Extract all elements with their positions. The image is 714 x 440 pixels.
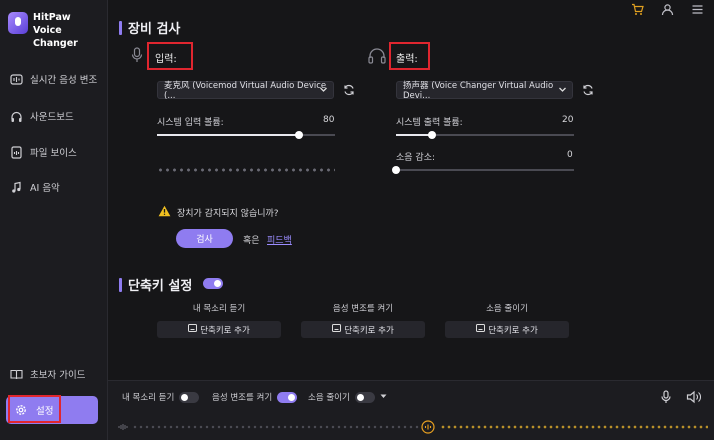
section-accent-bar bbox=[119, 20, 122, 35]
add-hotkey-button-noise-reduce[interactable]: 단축키로 추가 bbox=[445, 321, 569, 338]
device-check-section-title: 장비 검사 bbox=[119, 18, 180, 37]
app-name-line1: HitPaw bbox=[33, 12, 71, 23]
sidebar-item-realtime[interactable]: 실시간 음성 변조 bbox=[10, 68, 97, 90]
hotkey-title: 단축키 설정 bbox=[128, 279, 193, 294]
input-waveform bbox=[132, 423, 422, 431]
warning-text: 장치가 감지되지 않습니까? bbox=[177, 209, 279, 219]
refresh-output-icon[interactable] bbox=[582, 84, 594, 99]
noise-reduce-toggle[interactable] bbox=[354, 391, 375, 403]
section-accent-bar bbox=[119, 277, 122, 292]
app-name: HitPaw Voice Changer bbox=[33, 11, 107, 50]
speaker-icon[interactable] bbox=[686, 390, 701, 407]
refresh-input-icon[interactable] bbox=[343, 84, 355, 99]
keyboard-icon bbox=[476, 324, 486, 335]
chevron-down-icon bbox=[319, 85, 328, 97]
voice-change-control: 음성 변조를 켜기 bbox=[212, 391, 298, 403]
hotkey-label-voice-change: 음성 변조를 켜기 bbox=[332, 304, 394, 314]
hotkey-toggle[interactable] bbox=[203, 278, 223, 289]
sidebar-item-label: 초보자 가이드 bbox=[30, 370, 86, 381]
warning-icon bbox=[158, 205, 171, 220]
noise-reduction-value: 0 bbox=[567, 150, 573, 160]
bottom-bar: 내 목소리 듣기 음성 변조를 켜기 소음 줄이기 bbox=[108, 380, 714, 440]
sidebar-item-label: 사운드보드 bbox=[30, 112, 74, 123]
keyboard-icon bbox=[332, 324, 342, 335]
sidebar-item-soundboard[interactable]: 사운드보드 bbox=[10, 105, 74, 127]
keyboard-icon bbox=[188, 324, 198, 335]
output-volume-slider[interactable] bbox=[396, 131, 574, 139]
add-hotkey-label: 단축키로 추가 bbox=[200, 325, 250, 336]
input-volume-label: 시스템 입력 볼륨: bbox=[157, 118, 224, 128]
check-button[interactable]: 검사 bbox=[176, 229, 233, 248]
input-device-select[interactable]: 麦克风 (Voicemod Virtual Audio Device (... bbox=[157, 81, 334, 101]
output-volume-label: 시스템 출력 볼륨: bbox=[396, 118, 463, 128]
sidebar: HitPaw Voice Changer 실시간 음성 변조 사운드보드 파일 … bbox=[0, 0, 108, 440]
sidebar-item-label: 실시간 음성 변조 bbox=[30, 75, 98, 86]
output-device-value: 扬声器 (Voice Changer Virtual Audio Devi... bbox=[403, 81, 554, 101]
add-hotkey-button-hear-myself[interactable]: 단축키로 추가 bbox=[157, 321, 281, 338]
add-hotkey-button-voice-change[interactable]: 단축키로 추가 bbox=[301, 321, 425, 338]
input-level-meter bbox=[157, 168, 335, 172]
app-name-line2: Voice Changer bbox=[33, 25, 78, 49]
cart-icon[interactable] bbox=[630, 2, 644, 16]
input-volume-fill bbox=[157, 134, 300, 136]
highlight-box-output bbox=[389, 42, 430, 70]
realtime-voice-icon bbox=[10, 73, 23, 86]
microphone-icon[interactable] bbox=[661, 390, 671, 407]
sidebar-item-file-voice[interactable]: 파일 보이스 bbox=[10, 141, 77, 163]
file-voice-icon bbox=[10, 145, 23, 159]
sidebar-item-guide[interactable]: 초보자 가이드 bbox=[10, 363, 85, 385]
feedback-link[interactable]: 피드백 bbox=[267, 233, 292, 246]
output-device-select[interactable]: 扬声器 (Voice Changer Virtual Audio Devi... bbox=[396, 81, 573, 101]
device-check-title: 장비 검사 bbox=[128, 22, 181, 37]
sidebar-item-label: 파일 보이스 bbox=[30, 148, 77, 159]
noise-reduction-knob[interactable] bbox=[392, 166, 400, 174]
output-volume-value: 20 bbox=[562, 115, 574, 125]
noise-reduce-label: 소음 줄이기 bbox=[308, 393, 350, 403]
output-waveform bbox=[440, 423, 708, 431]
hotkey-section-title: 단축키 설정 bbox=[119, 275, 192, 294]
noise-reduction-slider[interactable] bbox=[392, 166, 574, 174]
or-text: 혹은 bbox=[243, 236, 260, 246]
sidebar-item-ai-music[interactable]: AI 음악 bbox=[10, 176, 60, 198]
input-volume-slider[interactable] bbox=[157, 131, 335, 139]
hotkey-label-hear-myself: 내 목소리 듣기 bbox=[192, 304, 246, 314]
noise-reduction-label: 소음 감소: bbox=[396, 153, 436, 163]
headphones-icon bbox=[10, 110, 23, 123]
voice-change-toggle[interactable] bbox=[277, 391, 298, 403]
app-logo-icon bbox=[8, 12, 28, 34]
menu-icon[interactable] bbox=[690, 2, 704, 16]
highlight-box-input bbox=[147, 42, 193, 70]
input-volume-value: 80 bbox=[323, 115, 335, 125]
music-note-icon bbox=[10, 181, 23, 194]
caret-down-icon[interactable] bbox=[380, 392, 387, 402]
chevron-down-icon bbox=[558, 85, 567, 97]
add-hotkey-label: 단축키로 추가 bbox=[488, 325, 538, 336]
output-volume-fill bbox=[396, 134, 432, 136]
headset-icon bbox=[367, 47, 387, 68]
add-hotkey-label: 단축키로 추가 bbox=[344, 325, 394, 336]
voice-change-label: 음성 변조를 켜기 bbox=[212, 393, 273, 403]
output-volume-knob[interactable] bbox=[427, 131, 436, 139]
hear-myself-toggle[interactable] bbox=[179, 391, 200, 403]
user-icon[interactable] bbox=[660, 2, 674, 16]
microphone-icon bbox=[131, 47, 143, 66]
input-volume-knob[interactable] bbox=[295, 131, 304, 139]
noise-reduce-control: 소음 줄이기 bbox=[308, 391, 387, 403]
hotkey-label-noise-reduce: 소음 줄이기 bbox=[486, 304, 528, 314]
title-bar-icons bbox=[630, 2, 704, 16]
waveform-left-icon bbox=[118, 422, 128, 435]
book-icon bbox=[10, 368, 23, 381]
sidebar-item-label: AI 음악 bbox=[30, 183, 60, 194]
input-device-value: 麦克风 (Voicemod Virtual Audio Device (... bbox=[164, 81, 327, 101]
hear-myself-control: 내 목소리 듣기 bbox=[122, 391, 200, 403]
highlight-box-settings bbox=[8, 395, 61, 423]
hear-myself-label: 내 목소리 듣기 bbox=[122, 393, 175, 403]
voice-center-icon bbox=[421, 420, 435, 437]
device-warning: 장치가 감지되지 않습니까? bbox=[158, 205, 279, 220]
